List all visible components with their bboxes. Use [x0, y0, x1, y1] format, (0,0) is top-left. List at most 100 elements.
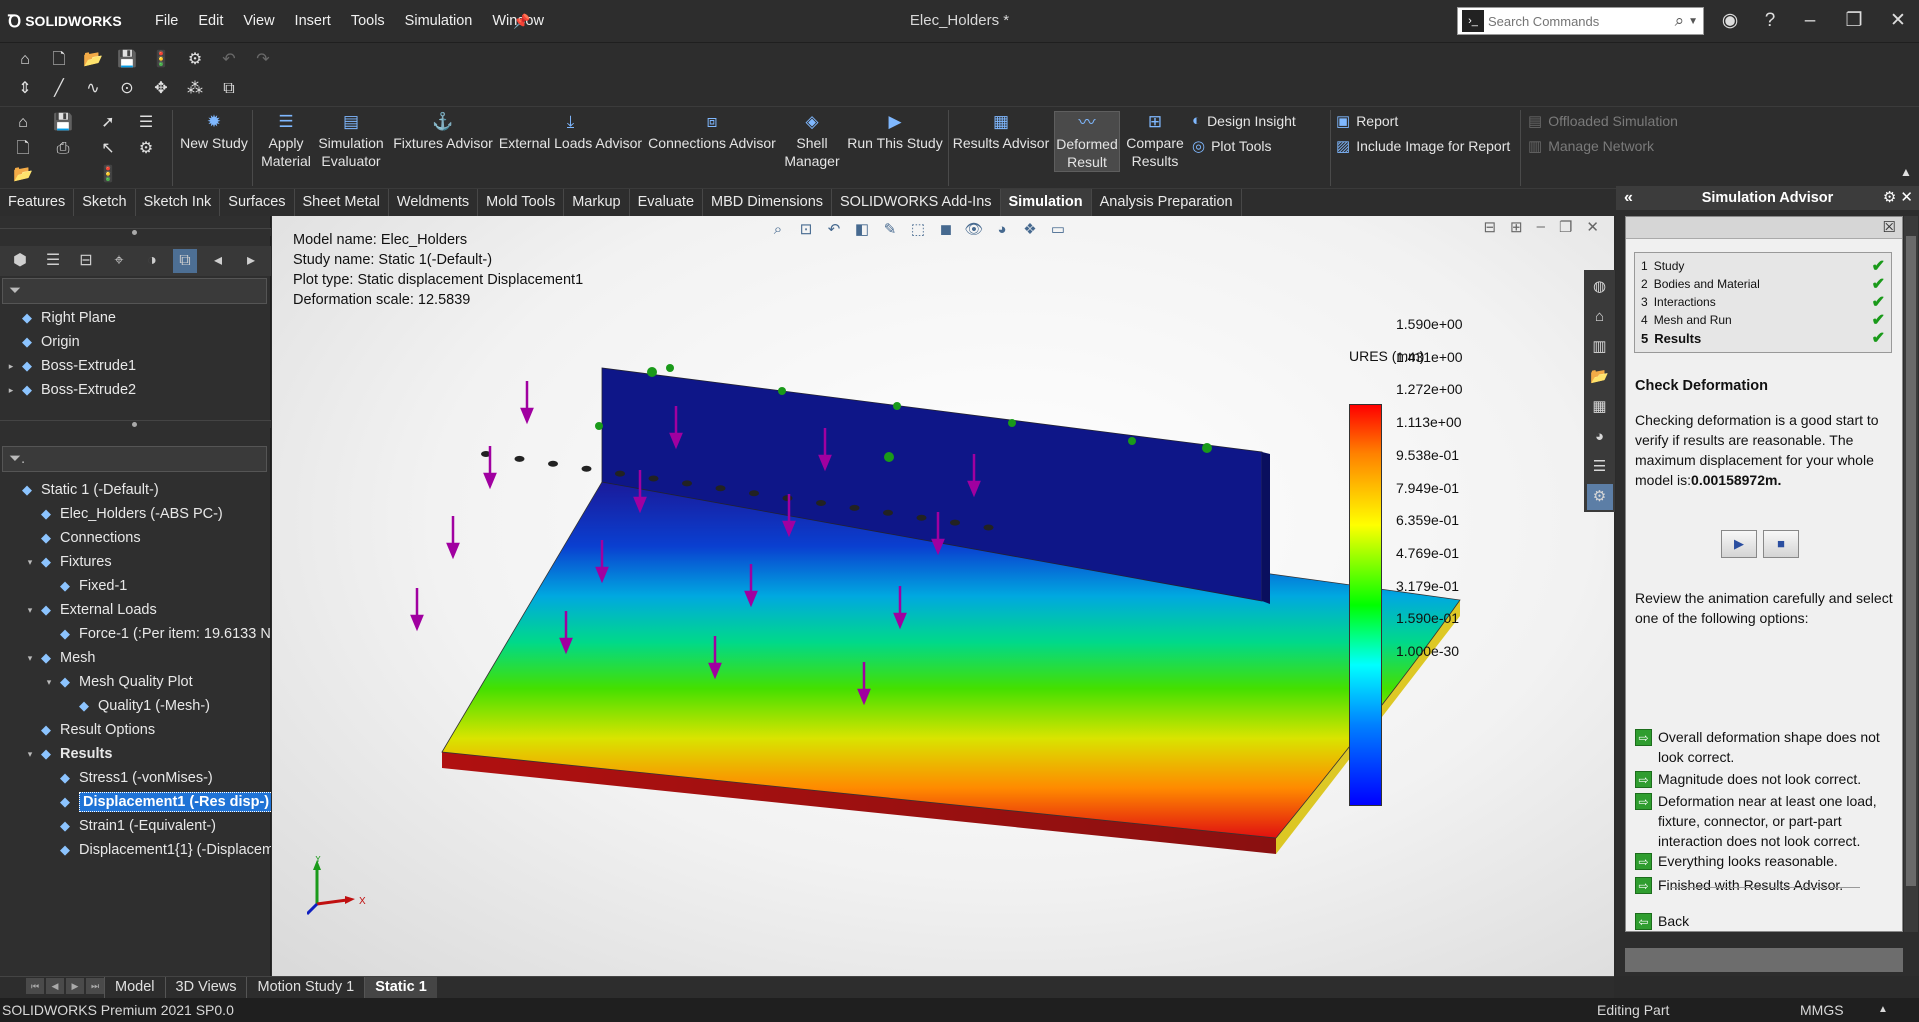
pin-icon[interactable]: 📌 [508, 8, 536, 34]
include-image-button[interactable]: ▨ Include Image for Report [1336, 137, 1510, 155]
solidworks-logo[interactable]: Ꝺ SOLIDWORKS [8, 9, 122, 32]
advisor-step[interactable]: 4 Mesh and Run ✔ [1641, 311, 1885, 329]
home-icon[interactable]: ⌂ [1587, 304, 1613, 330]
tree-item[interactable]: ▾ ◆ Results [0, 742, 271, 766]
prev-tab-icon[interactable]: ◀ [46, 977, 64, 994]
file-explorer-icon[interactable]: 📂 [1587, 364, 1613, 390]
gear-icon[interactable]: ⚙ [133, 136, 159, 162]
mirror-icon[interactable]: ⧉ [216, 76, 242, 102]
expand-toggle-icon[interactable]: ▸ [4, 361, 18, 372]
advisor-step[interactable]: 1 Study ✔ [1641, 257, 1885, 275]
chevron-right-icon[interactable]: ▸ [239, 249, 263, 273]
view-palette-icon[interactable]: ▦ [1587, 394, 1613, 420]
advisor-step[interactable]: 3 Interactions ✔ [1641, 293, 1885, 311]
save-icon[interactable]: 💾 [50, 110, 76, 136]
spline-icon[interactable]: ∿ [80, 76, 106, 102]
advisor-step[interactable]: 2 Bodies and Material ✔ [1641, 275, 1885, 293]
plot-tools-button[interactable]: ◎ Plot Tools [1192, 137, 1272, 155]
tab-mbd-dimensions[interactable]: MBD Dimensions [703, 189, 833, 216]
graphics-area[interactable]: Model name: Elec_Holders Study name: Sta… [272, 216, 1614, 976]
chevron-left-icon[interactable]: ◂ [206, 249, 230, 273]
tree-item[interactable]: ▸ ◆ Boss-Extrude2 [0, 378, 271, 402]
report-button[interactable]: ▣ Report [1336, 112, 1398, 130]
splitter[interactable] [0, 420, 271, 428]
tree-item[interactable]: ◆ Connections [0, 526, 271, 550]
tree-item[interactable]: ◆ Result Options [0, 718, 271, 742]
save-icon[interactable]: 💾 [114, 47, 140, 73]
tab-markup[interactable]: Markup [564, 189, 630, 216]
search-icon[interactable]: ⌕ [1675, 11, 1685, 31]
solidworks-resources-icon[interactable]: ◍ [1587, 274, 1613, 300]
options-gear-icon[interactable]: ⚙ ✕ [1883, 186, 1913, 210]
tree-item[interactable]: ▸ ◆ Boss-Extrude1 [0, 354, 271, 378]
custom-properties-icon[interactable]: ☰ [1587, 454, 1613, 480]
search-commands[interactable]: ›_ ⌕ ▼ [1457, 7, 1704, 35]
fixtures-advisor-button[interactable]: ⚓ Fixtures Advisor [392, 111, 494, 152]
options-gear-icon[interactable]: ⚙ [182, 47, 208, 73]
tree-item[interactable]: ◆ Force-1 (:Per item: 19.6133 N:) [0, 622, 271, 646]
menu-tools[interactable]: Tools [341, 13, 395, 29]
expand-toggle-icon[interactable]: ▾ [42, 677, 56, 688]
tab-evaluate[interactable]: Evaluate [630, 189, 704, 216]
tree-item[interactable]: ◆ Right Plane [0, 306, 271, 330]
tree-filter[interactable]: ⏷ [2, 278, 267, 304]
tree-item[interactable]: ◆ Fixed-1 [0, 574, 271, 598]
redo-icon[interactable]: ↷ [250, 47, 276, 73]
menu-edit[interactable]: Edit [188, 13, 233, 29]
property-manager-icon[interactable]: ☰ [41, 249, 65, 273]
simulation-manager-icon[interactable]: ⧉ [173, 249, 197, 273]
tree-item[interactable]: ◆ Stress1 (-vonMises-) [0, 766, 271, 790]
restore-icon[interactable]: ❐ [1840, 8, 1868, 34]
bottom-tab-3d-views[interactable]: 3D Views [164, 977, 247, 998]
undo-icon[interactable]: ↶ [216, 47, 242, 73]
bottom-tab-static-1[interactable]: Static 1 [364, 977, 437, 998]
menu-simulation[interactable]: Simulation [395, 13, 483, 29]
help-icon[interactable]: ? [1756, 8, 1784, 34]
offloaded-simulation-button[interactable]: ▤ Offloaded Simulation [1528, 112, 1678, 130]
advisor-scrollbar[interactable] [1904, 216, 1918, 932]
pointer-icon[interactable]: ↖ [95, 136, 121, 162]
move-icon[interactable]: ✥ [148, 76, 174, 102]
simulation-advisor-icon[interactable]: ⚙ [1586, 484, 1613, 510]
next-tab-icon[interactable]: ▶ [66, 977, 84, 994]
advisor-option[interactable]: ⇨ Everything looks reasonable. [1635, 851, 1897, 871]
expand-toggle-icon[interactable]: ▾ [23, 653, 37, 664]
rebuild-icon[interactable]: 🚦 [148, 47, 174, 73]
run-this-study-button[interactable]: ▶ Run This Study [846, 111, 944, 152]
units-selector[interactable]: MMGS [1800, 998, 1844, 1022]
tab-sketch[interactable]: Sketch [74, 189, 136, 216]
search-input[interactable] [1488, 13, 1675, 29]
connections-advisor-button[interactable]: ⧈ Connections Advisor [646, 111, 778, 152]
point-icon[interactable]: ⊙ [114, 76, 140, 102]
tab-solidworks-add-ins[interactable]: SOLIDWORKS Add-Ins [832, 189, 1001, 216]
advisor-option[interactable]: ⇨ Finished with Results Advisor. [1635, 875, 1897, 895]
home-icon[interactable]: ⌂ [12, 47, 38, 73]
user-icon[interactable]: ◉ [1716, 8, 1744, 34]
tree-item[interactable]: ◆ Displacement1{1} (-Displacement-) [0, 838, 271, 862]
bottom-tab-model[interactable]: Model [104, 977, 165, 998]
deformed-result-button[interactable]: 〰 Deformed Result [1054, 111, 1120, 172]
tree-item[interactable]: ▾ ◆ Mesh Quality Plot [0, 670, 271, 694]
stop-button[interactable]: ■ [1763, 530, 1799, 558]
tree-item[interactable]: ◆ Elec_Holders (-ABS PC-) [0, 502, 271, 526]
tree-item[interactable]: ◆ Quality1 (-Mesh-) [0, 694, 271, 718]
chevron-down-icon[interactable]: ▼ [1688, 16, 1698, 27]
select-icon[interactable]: ➚ [95, 110, 121, 136]
tab-simulation[interactable]: Simulation [1000, 189, 1092, 216]
pattern-icon[interactable]: ⁂ [182, 76, 208, 102]
tree-item[interactable]: ▾ ◆ External Loads [0, 598, 271, 622]
expand-toggle-icon[interactable]: ▾ [23, 557, 37, 568]
home-icon[interactable]: ⌂ [10, 110, 36, 136]
tab-analysis-preparation[interactable]: Analysis Preparation [1092, 189, 1242, 216]
tab-surfaces[interactable]: Surfaces [220, 189, 295, 216]
collapse-ribbon-icon[interactable]: ▲ [1893, 159, 1919, 185]
traffic-light-icon[interactable]: 🚦 [95, 162, 121, 188]
manage-network-button[interactable]: ▥ Manage Network [1528, 137, 1654, 155]
tab-sheet-metal[interactable]: Sheet Metal [295, 189, 389, 216]
advisor-option[interactable]: ⇨ Magnitude does not look correct. [1635, 769, 1897, 789]
dimxpert-icon[interactable]: ⌖ [107, 249, 131, 273]
external-loads-advisor-button[interactable]: ⤓ External Loads Advisor [498, 111, 643, 152]
expand-toggle-icon[interactable]: ▾ [23, 605, 37, 616]
splitter[interactable] [0, 228, 271, 236]
minimize-icon[interactable]: – [1796, 8, 1824, 34]
